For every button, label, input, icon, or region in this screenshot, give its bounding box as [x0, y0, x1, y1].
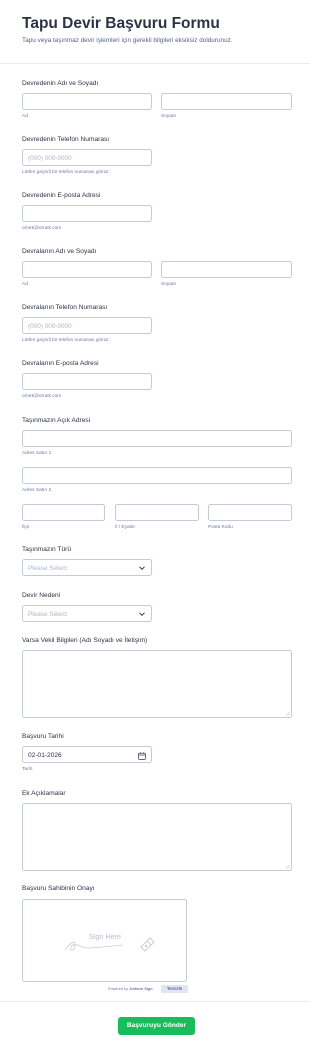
- transferor-email-sublabel: ornek@ornek.com: [22, 226, 62, 231]
- address-postal-input[interactable]: [208, 504, 292, 521]
- address-line1-sublabel: Adres Satırı 1: [22, 451, 52, 456]
- calendar-icon[interactable]: [138, 751, 146, 760]
- proxy-info-label: Varsa Vekil Bilgileri (Adı Soyadı ve İle…: [22, 637, 148, 644]
- transferee-phone-sublabel: Lütfen geçerli bir telefon numarası giri…: [22, 338, 110, 343]
- jotform-sign-brand: Jotform Sign: [129, 987, 153, 991]
- powered-by-label: Powered by: [108, 987, 129, 991]
- transferor-name-label: Devredenin Adı ve Soyadı: [22, 80, 99, 87]
- notes-textarea[interactable]: [22, 803, 292, 871]
- transfer-reason-selected: Please Select: [28, 610, 68, 618]
- transferor-phone-sublabel: Lütfen geçerli bir telefon numarası giri…: [22, 170, 110, 175]
- property-type-select[interactable]: Please Select: [22, 559, 152, 576]
- transferee-phone-placeholder: (000) 000-0000: [28, 322, 72, 330]
- property-type-selected: Please Select: [28, 564, 68, 572]
- transferor-first-name-sublabel: Ad: [22, 114, 28, 119]
- transferee-phone-input[interactable]: (000) 000-0000: [22, 317, 152, 334]
- transferee-name-label: Devralanın Adı ve Soyadı: [22, 248, 97, 255]
- form-title: Tapu Devir Başvuru Formu: [22, 15, 220, 32]
- address-state-input[interactable]: [115, 504, 199, 521]
- signature-pad[interactable]: Sign Here: [22, 899, 187, 982]
- signature-scribble-icon: [64, 937, 155, 952]
- transferee-last-name-input[interactable]: [161, 261, 292, 278]
- form-subtitle: Tapu veya taşınmaz devir işlemleri için …: [22, 37, 233, 44]
- property-address-label: Taşınmazın Açık Adresi: [22, 417, 91, 424]
- property-type-label: Taşınmazın Türü: [22, 546, 71, 553]
- transferor-first-name-input[interactable]: [22, 93, 152, 110]
- address-city-sublabel: İlçe: [22, 525, 30, 530]
- resize-grip-icon[interactable]: [285, 864, 290, 869]
- resize-grip-icon[interactable]: [285, 711, 290, 716]
- transferor-phone-placeholder: (000) 000-0000: [28, 154, 72, 162]
- address-line1-input[interactable]: [22, 430, 292, 447]
- powered-by-text: Powered by Jotform Sign: [108, 987, 153, 991]
- application-date-label: Başvuru Tarihi: [22, 733, 64, 740]
- chevron-down-icon: [139, 566, 145, 571]
- pen-icon: [140, 937, 155, 952]
- proxy-info-textarea[interactable]: [22, 650, 292, 718]
- application-date-input[interactable]: 02-01-2026: [22, 746, 152, 763]
- signature-label: Başvuru Sahibinin Onayı: [22, 885, 95, 892]
- transferee-first-name-sublabel: Ad: [22, 282, 28, 287]
- transferor-email-input[interactable]: [22, 205, 152, 222]
- transferee-first-name-input[interactable]: [22, 261, 152, 278]
- transferor-phone-input[interactable]: (000) 000-0000: [22, 149, 152, 166]
- transferee-last-name-sublabel: Soyadı: [161, 282, 176, 287]
- header-divider: [0, 63, 310, 64]
- address-state-sublabel: İl / Eyalet: [115, 525, 135, 530]
- address-line2-input[interactable]: [22, 467, 292, 484]
- address-city-input[interactable]: [22, 504, 105, 521]
- application-date-value: 02-01-2026: [28, 751, 62, 759]
- transferor-last-name-sublabel: Soyadı: [161, 114, 176, 119]
- transfer-reason-select[interactable]: Please Select: [22, 605, 152, 622]
- clear-signature-button[interactable]: Temizle: [161, 985, 188, 993]
- address-postal-sublabel: Posta Kodu: [208, 525, 233, 530]
- transfer-reason-label: Devir Nedeni: [22, 592, 61, 599]
- transferor-phone-label: Devredenin Telefon Numarası: [22, 136, 110, 143]
- application-date-sublabel: Tarih: [22, 767, 33, 772]
- transferor-last-name-input[interactable]: [161, 93, 292, 110]
- footer-divider: [0, 1001, 310, 1002]
- transferee-phone-label: Devralanın Telefon Numarası: [22, 304, 108, 311]
- chevron-down-icon: [139, 612, 145, 617]
- address-line2-sublabel: Adres Satırı 2: [22, 488, 52, 493]
- submit-button[interactable]: Başvuruyu Gönder: [118, 1017, 195, 1035]
- notes-label: Ek Açıklamalar: [22, 790, 66, 797]
- transferor-email-label: Devredenin E-posta Adresi: [22, 192, 101, 199]
- transferee-email-input[interactable]: [22, 373, 152, 390]
- transferee-email-sublabel: ornek@ornek.com: [22, 394, 62, 399]
- transferee-email-label: Devralanın E-posta Adresi: [22, 360, 99, 367]
